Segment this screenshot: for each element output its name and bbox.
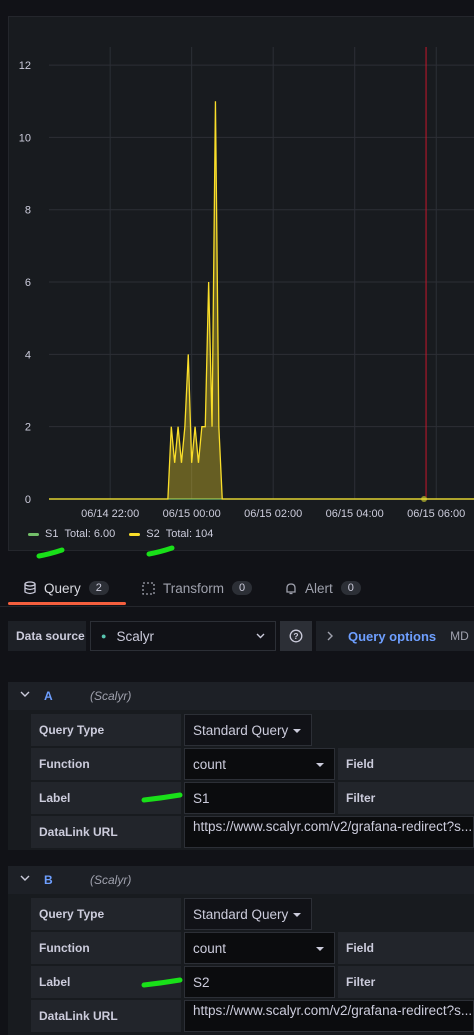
function-label-a: Function <box>31 748 181 780</box>
x-tick-label: 06/15 02:00 <box>244 508 302 520</box>
datasource-label: Data source <box>8 621 86 651</box>
tab-transform[interactable]: Transform 0 <box>142 572 253 604</box>
datalink-input-a[interactable]: https://www.scalyr.com/v2/grafana-redire… <box>184 816 474 848</box>
tab-transform-label: Transform <box>163 580 225 596</box>
query-type-value-a: Standard Query <box>193 722 289 738</box>
tab-query-count: 2 <box>88 581 109 595</box>
scribble-mark <box>36 547 65 559</box>
legend-item-s1[interactable]: S1 Total: 6.00 <box>28 528 115 540</box>
active-tab-indicator <box>8 602 126 605</box>
tab-query[interactable]: Query 2 <box>24 572 109 604</box>
series-area-s2 <box>49 101 474 499</box>
time-series-chart[interactable]: 0 2 4 6 8 10 12 06/14 22:00 06/15 00:00 06/15 02:… <box>9 17 474 550</box>
query-type-select-a[interactable]: Standard Query <box>184 714 312 746</box>
legend-total-s2: Total: 104 <box>165 528 214 540</box>
question-circle-icon: ? <box>289 629 303 643</box>
x-tick-label: 06/14 22:00 <box>81 508 139 520</box>
scribble-mark <box>141 792 183 803</box>
datalink-value-a: https://www.scalyr.com/v2/grafana-redire… <box>193 819 473 834</box>
transform-icon <box>142 581 155 595</box>
field-label-a: Field <box>338 748 474 780</box>
chart-legend: S1 Total: 6.00 S2 Total: 104 <box>28 528 213 540</box>
scribble-mark <box>141 977 183 988</box>
query-letter-b: B <box>44 873 53 887</box>
function-label-b: Function <box>31 932 181 964</box>
legend-name-s1: S1 <box>45 528 59 540</box>
tab-alert[interactable]: Alert 0 <box>285 572 361 604</box>
y-tick-label: 2 <box>25 422 31 434</box>
query-header-a[interactable]: A (Scalyr) <box>8 682 474 710</box>
legend-swatch-s2 <box>129 532 141 536</box>
label-input-a[interactable]: S1 <box>184 782 335 814</box>
query-options-label: Query options <box>348 628 437 644</box>
series-line-s2 <box>49 101 474 500</box>
datalink-value-b: https://www.scalyr.com/v2/grafana-redire… <box>193 1003 473 1018</box>
query-datasource-b: (Scalyr) <box>90 873 132 887</box>
chevron-right-icon <box>327 631 333 641</box>
y-tick-label: 8 <box>25 205 31 217</box>
query-options-button[interactable]: Query options MD <box>316 621 474 651</box>
chevron-down-icon <box>256 633 265 639</box>
y-tick-label: 0 <box>25 494 31 506</box>
label-value-b: S2 <box>193 974 210 990</box>
database-icon <box>24 581 36 595</box>
x-tick-label: 06/15 04:00 <box>326 508 384 520</box>
tab-query-label: Query <box>44 580 81 596</box>
svg-text:?: ? <box>293 631 298 641</box>
tab-alert-label: Alert <box>305 580 333 596</box>
graph-panel[interactable]: 0 2 4 6 8 10 12 06/14 22:00 06/15 00:00 06/15 02:… <box>8 16 474 551</box>
datalink-label-b: DataLink URL <box>31 1000 181 1032</box>
function-select-b[interactable]: count <box>184 932 335 964</box>
tab-transform-count: 0 <box>232 581 253 595</box>
filter-label-a: Filter <box>338 782 474 814</box>
caret-down-icon <box>316 763 324 767</box>
field-label-b: Field <box>338 932 474 964</box>
x-tick-label: 06/15 06:00 <box>407 508 465 520</box>
y-tick-label: 12 <box>19 60 31 72</box>
legend-name-s2: S2 <box>146 528 160 540</box>
y-tick-label: 6 <box>25 277 31 289</box>
query-type-select-b[interactable]: Standard Query <box>184 898 312 930</box>
tab-alert-count: 0 <box>340 581 361 595</box>
label-value-a: S1 <box>193 790 210 806</box>
function-select-a[interactable]: count <box>184 748 335 780</box>
query-type-value-b: Standard Query <box>193 906 289 922</box>
function-value-a: count <box>193 756 227 772</box>
function-value-b: count <box>193 940 227 956</box>
legend-swatch-s1 <box>28 532 39 536</box>
help-button[interactable]: ? <box>280 621 312 651</box>
query-header-b[interactable]: B (Scalyr) <box>8 866 474 894</box>
datalink-input-b[interactable]: https://www.scalyr.com/v2/grafana-redire… <box>184 1000 474 1032</box>
datasource-picker[interactable]: ● Scalyr <box>90 621 276 651</box>
query-datasource-a: (Scalyr) <box>90 689 132 703</box>
datasource-value: Scalyr <box>116 628 154 644</box>
label-input-b[interactable]: S2 <box>184 966 335 998</box>
bell-icon <box>286 582 296 594</box>
query-letter-a: A <box>44 689 53 703</box>
y-tick-label: 10 <box>19 132 31 144</box>
query-type-label-a: Query Type <box>31 714 181 746</box>
query-type-label-b: Query Type <box>31 898 181 930</box>
caret-down-icon <box>316 947 324 951</box>
filter-label-b: Filter <box>338 966 474 998</box>
caret-down-icon <box>293 729 301 733</box>
y-tick-label: 4 <box>25 349 31 361</box>
caret-down-icon <box>293 913 301 917</box>
legend-total-s1: Total: 6.00 <box>64 528 116 540</box>
max-data-points-label: MD <box>450 629 469 643</box>
x-tick-label: 06/15 00:00 <box>163 508 221 520</box>
collapse-chevron-icon[interactable] <box>20 873 30 883</box>
datalink-label-a: DataLink URL <box>31 816 181 848</box>
collapse-chevron-icon[interactable] <box>20 689 30 699</box>
scribble-mark <box>146 545 175 557</box>
legend-item-s2[interactable]: S2 Total: 104 <box>129 528 213 540</box>
scalyr-logo-icon: ● <box>101 631 107 641</box>
